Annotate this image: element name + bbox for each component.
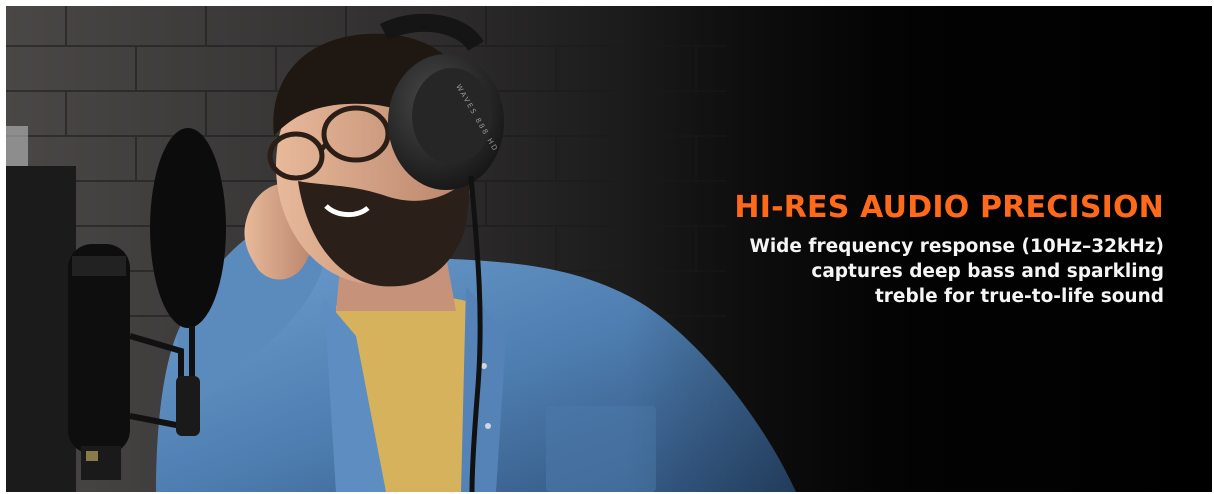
feature-description-line: captures deep bass and sparkling [811, 261, 1164, 282]
feature-description: Wide frequency response (10Hz–32kHz) cap… [604, 234, 1164, 309]
feature-copy: HI-RES AUDIO PRECISION Wide frequency re… [604, 190, 1164, 309]
feature-headline: HI-RES AUDIO PRECISION [734, 190, 1164, 225]
promo-banner: WAVES 888 HD HI-RES AUDIO PRECISION Wide… [6, 6, 1212, 492]
feature-description-line: Wide frequency response (10Hz–32kHz) [749, 236, 1164, 257]
feature-description-line: treble for true-to-life sound [874, 286, 1164, 307]
pop-filter [150, 128, 226, 328]
